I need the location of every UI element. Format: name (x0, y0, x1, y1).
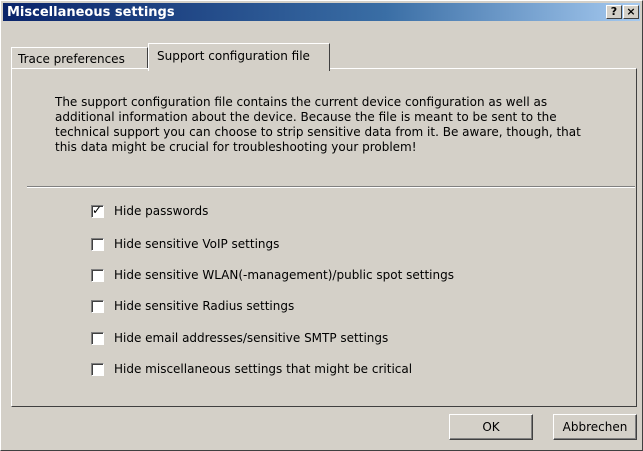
option-hide-radius[interactable]: Hide sensitive Radius settings (91, 298, 294, 314)
option-hide-wlan[interactable]: Hide sensitive WLAN(-management)/public … (91, 267, 454, 283)
description-text: The support configuration file contains … (55, 95, 581, 154)
hide-misc-checkbox[interactable] (91, 362, 104, 376)
hide-radius-checkbox[interactable] (91, 299, 104, 313)
option-hide-email-smtp[interactable]: Hide email addresses/sensitive SMTP sett… (91, 330, 388, 346)
ok-button[interactable]: OK (449, 414, 533, 440)
option-label: Hide passwords (114, 204, 209, 218)
option-label: Hide sensitive VoIP settings (114, 237, 280, 251)
option-label: Hide miscellaneous settings that might b… (114, 362, 413, 376)
help-button[interactable]: ? (606, 5, 622, 19)
option-label: Hide sensitive Radius settings (114, 299, 295, 313)
option-hide-voip[interactable]: Hide sensitive VoIP settings (91, 236, 279, 252)
hide-wlan-checkbox[interactable] (91, 268, 104, 282)
option-hide-passwords[interactable]: ✓ Hide passwords (91, 203, 208, 219)
checkmark-icon: ✓ (92, 202, 103, 217)
option-label: Hide sensitive WLAN(-management)/public … (114, 268, 454, 282)
hide-voip-checkbox[interactable] (91, 237, 104, 251)
option-label: Hide email addresses/sensitive SMTP sett… (114, 331, 389, 345)
cancel-button[interactable]: Abbrechen (553, 414, 637, 440)
hide-passwords-checkbox[interactable]: ✓ (91, 202, 104, 218)
tab-trace-preferences[interactable]: Trace preferences (11, 47, 148, 69)
title-bar[interactable]: Miscellaneous settings ? × (3, 3, 640, 21)
option-hide-misc[interactable]: Hide miscellaneous settings that might b… (91, 361, 412, 377)
tab-support-configuration-file[interactable]: Support configuration file (148, 43, 330, 71)
close-button[interactable]: × (623, 5, 639, 19)
separator-line (27, 186, 635, 188)
dialog-title: Miscellaneous settings (7, 4, 175, 20)
dialog-window: Miscellaneous settings ? × Trace prefere… (0, 0, 643, 451)
hide-email-smtp-checkbox[interactable] (91, 331, 104, 345)
